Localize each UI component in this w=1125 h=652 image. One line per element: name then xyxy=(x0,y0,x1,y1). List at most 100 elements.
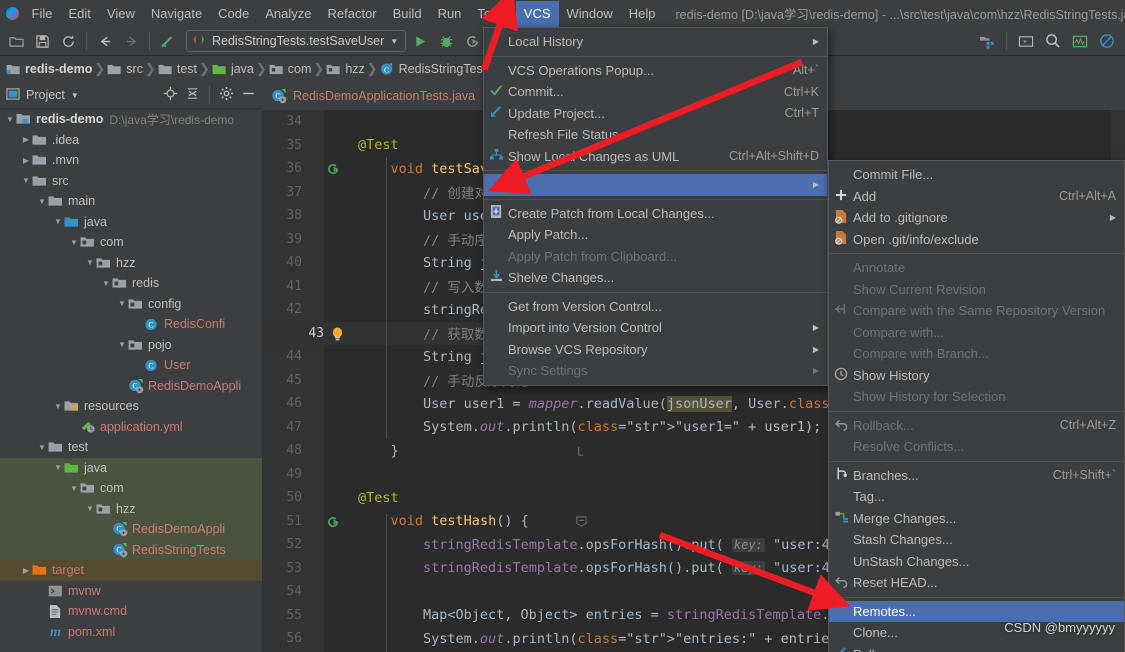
tree-item[interactable]: ▼ test xyxy=(0,437,262,458)
tree-item[interactable]: ▼ hzz xyxy=(0,498,262,519)
menu-refactor[interactable]: Refactor xyxy=(320,1,385,27)
menu-edit[interactable]: Edit xyxy=(61,1,99,27)
chevron-right-icon[interactable]: ▶ xyxy=(20,566,32,575)
chevron-down-icon[interactable]: ▼ xyxy=(116,299,128,308)
rerun-with-coverage-button[interactable] xyxy=(460,29,484,53)
tree-item[interactable]: ▼ config xyxy=(0,294,262,315)
menu-run[interactable]: Run xyxy=(430,1,470,27)
code-fold-icon[interactable] xyxy=(576,515,587,527)
hide-icon[interactable] xyxy=(241,86,256,104)
menu-item-commit[interactable]: Commit... Ctrl+K xyxy=(484,81,827,103)
no-access-icon[interactable] xyxy=(1095,29,1119,53)
breadcrumb-item-hzz[interactable]: hzz xyxy=(326,62,365,76)
menu-item-vcs-operations-popup[interactable]: VCS Operations Popup... Alt+` xyxy=(484,60,827,82)
menu-item-local-history[interactable]: Local History ▶ xyxy=(484,31,827,53)
save-icon[interactable] xyxy=(30,29,54,53)
tree-item[interactable]: application.yml xyxy=(0,417,262,438)
tree-item[interactable]: C RedisDemoAppli xyxy=(0,519,262,540)
chevron-down-icon[interactable]: ▼ xyxy=(116,340,128,349)
chevron-down-icon[interactable]: ▼ xyxy=(20,176,32,185)
menu-item-git[interactable]: Git ▶ xyxy=(484,174,827,196)
vcs-dropdown-menu[interactable]: Local History ▶ VCS Operations Popup... Alt… xyxy=(483,27,828,386)
tree-item[interactable]: ▼ src xyxy=(0,171,262,192)
menu-item-show-history[interactable]: Show History xyxy=(829,365,1124,387)
menu-window[interactable]: Window xyxy=(559,1,621,27)
tree-item[interactable]: C User xyxy=(0,355,262,376)
open-icon[interactable] xyxy=(4,29,28,53)
menu-item-add-to-gitignore[interactable]: Add to .gitignore ▶ xyxy=(829,207,1124,229)
search-everywhere-icon[interactable] xyxy=(1041,29,1065,53)
git-submenu[interactable]: Commit File... Add Ctrl+Alt+A Add to .gitig… xyxy=(828,160,1125,652)
menu-item-merge-changes[interactable]: Merge Changes... xyxy=(829,508,1124,530)
build-icon[interactable] xyxy=(156,29,180,53)
menu-item-shelve-changes[interactable]: Shelve Changes... xyxy=(484,267,827,289)
menu-item-apply-patch[interactable]: Apply Patch... xyxy=(484,224,827,246)
chevron-down-icon[interactable]: ▼ xyxy=(68,484,80,493)
menu-item-create-patch-from-local-changes[interactable]: Create Patch from Local Changes... xyxy=(484,203,827,225)
tree-item[interactable]: ▼ redis-demo D:\java学习\redis-demo xyxy=(0,109,262,130)
breadcrumb-item-test[interactable]: test xyxy=(158,62,197,76)
tree-item[interactable]: ▼ com xyxy=(0,232,262,253)
chevron-right-icon[interactable]: ▶ xyxy=(20,156,32,165)
code-fold-end-icon[interactable] xyxy=(576,446,587,457)
back-arrow-icon[interactable] xyxy=(93,29,117,53)
tree-item[interactable]: ▼ java xyxy=(0,212,262,233)
locate-icon[interactable] xyxy=(163,86,178,104)
menu-build[interactable]: Build xyxy=(385,1,430,27)
menu-item-reset-head[interactable]: Reset HEAD... xyxy=(829,572,1124,594)
menu-item-branches[interactable]: Branches... Ctrl+Shift+` xyxy=(829,465,1124,487)
gear-icon[interactable] xyxy=(219,86,234,104)
chevron-down-icon[interactable]: ▼ xyxy=(84,504,96,513)
menu-item-pull[interactable]: Pull... xyxy=(829,644,1124,652)
menu-item-show-local-changes-as-uml[interactable]: Show Local Changes as UML Ctrl+Alt+Shift+… xyxy=(484,146,827,168)
tree-item[interactable]: C RedisConfi xyxy=(0,314,262,335)
menu-view[interactable]: View xyxy=(99,1,143,27)
breadcrumb-item-com[interactable]: com xyxy=(269,62,311,76)
run-test-gutter-icon[interactable] xyxy=(326,161,342,177)
tree-item[interactable]: ▼ redis xyxy=(0,273,262,294)
tree-item[interactable]: C RedisDemoAppli xyxy=(0,376,262,397)
breadcrumb-item-src[interactable]: src xyxy=(107,62,143,76)
menu-item-add[interactable]: Add Ctrl+Alt+A xyxy=(829,186,1124,208)
breadcrumb-item-redisstringtests[interactable]: C RedisStringTests xyxy=(380,62,492,76)
chevron-down-icon[interactable]: ▼ xyxy=(52,463,64,472)
menu-item-browse-vcs-repository[interactable]: Browse VCS Repository ▶ xyxy=(484,339,827,361)
menu-help[interactable]: Help xyxy=(621,1,664,27)
menu-code[interactable]: Code xyxy=(210,1,257,27)
tree-item[interactable]: ▼ pojo xyxy=(0,335,262,356)
tree-item[interactable]: C RedisStringTests xyxy=(0,539,262,560)
menu-item-update-project[interactable]: Update Project... Ctrl+T xyxy=(484,103,827,125)
debug-button[interactable] xyxy=(434,29,458,53)
chevron-down-icon[interactable]: ▼ xyxy=(52,402,64,411)
run-test-gutter-icon[interactable] xyxy=(326,514,342,530)
chevron-down-icon[interactable]: ▼ xyxy=(68,238,80,247)
lightbulb-icon[interactable] xyxy=(330,326,346,342)
tree-item[interactable]: ▼ java xyxy=(0,457,262,478)
tree-item[interactable]: ▼ com xyxy=(0,478,262,499)
tree-item[interactable]: ▶ .idea xyxy=(0,130,262,151)
menu-item-remotes[interactable]: Remotes... xyxy=(829,600,1124,622)
menu-vcs[interactable]: VCS xyxy=(515,0,559,27)
run-button[interactable] xyxy=(408,29,432,53)
collapse-all-icon[interactable] xyxy=(185,86,200,104)
project-tree[interactable]: ▼ redis-demo D:\java学习\redis-demo ▶ .idea ▶ .m… xyxy=(0,109,262,652)
menu-item-unstash-changes[interactable]: UnStash Changes... xyxy=(829,551,1124,573)
menu-item-get-from-version-control[interactable]: Get from Version Control... xyxy=(484,296,827,318)
project-structure-icon[interactable] xyxy=(975,29,999,53)
run-anything-icon[interactable] xyxy=(1014,29,1038,53)
project-panel-chevron-icon[interactable]: ▼ xyxy=(71,91,79,100)
tree-item[interactable]: ▼ main xyxy=(0,191,262,212)
menu-item-refresh-file-status[interactable]: Refresh File Status xyxy=(484,124,827,146)
menu-item-commit-file[interactable]: Commit File... xyxy=(829,164,1124,186)
tree-item[interactable]: ▼ hzz xyxy=(0,253,262,274)
chevron-down-icon[interactable]: ▼ xyxy=(36,197,48,206)
breadcrumb-item-java[interactable]: java xyxy=(212,62,254,76)
menu-item-import-into-version-control[interactable]: Import into Version Control ▶ xyxy=(484,317,827,339)
tree-item[interactable]: ▶ target xyxy=(0,560,262,581)
menu-navigate[interactable]: Navigate xyxy=(143,1,210,27)
tree-item[interactable]: mvnw.cmd xyxy=(0,601,262,622)
chevron-down-icon[interactable]: ▼ xyxy=(36,443,48,452)
run-configuration-selector[interactable]: RedisStringTests.testSaveUser ▼ xyxy=(186,30,407,52)
chevron-down-icon[interactable]: ▼ xyxy=(4,115,16,124)
menu-item-stash-changes[interactable]: Stash Changes... xyxy=(829,529,1124,551)
